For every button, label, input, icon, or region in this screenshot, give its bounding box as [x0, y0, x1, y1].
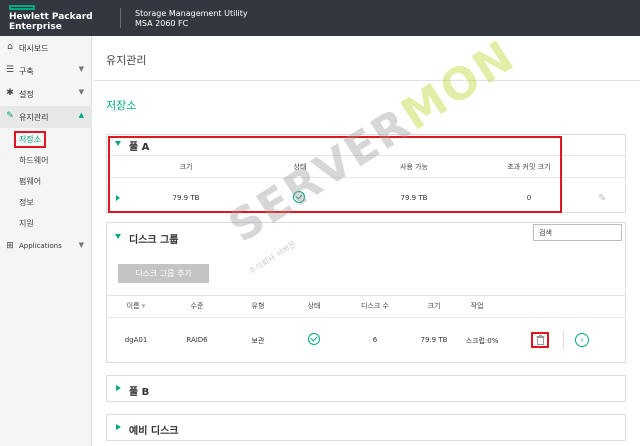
status-ok-icon: [308, 333, 320, 345]
sidebar-item-provisioning[interactable]: ☰ 구축 ▼: [0, 60, 92, 82]
trash-icon[interactable]: [536, 335, 545, 345]
column-header-status: 상태: [307, 302, 321, 310]
column-header-job: 작업: [470, 302, 484, 310]
sidebar-item-settings[interactable]: ✱ 설정 ▼: [0, 83, 92, 105]
section-title: 저장소: [106, 99, 137, 112]
sidebar-item-label: 설정: [19, 90, 34, 99]
sidebar-subitem-label: 지원: [19, 219, 34, 228]
database-icon: ☰: [5, 65, 15, 75]
disk-group-title: 디스크 그룹: [129, 235, 179, 246]
sidebar-subitem-support[interactable]: 지원: [0, 213, 92, 234]
sidebar-item-label: Applications: [19, 242, 62, 250]
brand-logo[interactable]: Hewlett Packard Enterprise: [9, 12, 93, 32]
app-name: Storage Management Utility: [135, 9, 248, 18]
sidebar-subitem-label: 하드웨어: [19, 156, 49, 165]
sidebar-item-dashboard[interactable]: ⌂ 대시보드: [0, 37, 92, 59]
top-bar: Hewlett Packard Enterprise Storage Manag…: [0, 0, 640, 36]
brand-line-1: Hewlett Packard: [9, 12, 93, 22]
sidebar-item-label: 유지관리: [19, 113, 49, 122]
sidebar-subitem-firmware[interactable]: 펌웨어: [0, 171, 92, 192]
sidebar-item-label: 구축: [19, 67, 34, 76]
home-icon: ⌂: [7, 42, 13, 52]
expand-caret-icon: [116, 385, 121, 391]
page-title: 유지관리: [106, 54, 147, 67]
disk-group-disk-count: 6: [372, 336, 378, 344]
hpe-logo-icon: [9, 5, 35, 10]
chevron-down-icon: ▼: [78, 65, 84, 73]
system-model: MSA 2060 FC: [135, 19, 189, 28]
pool-b-panel[interactable]: 풀 B: [106, 375, 626, 402]
edit-pencil-icon[interactable]: ✎: [598, 193, 606, 204]
details-arrow-button[interactable]: ›: [575, 333, 589, 347]
disk-group-name[interactable]: dgA01: [121, 336, 151, 344]
sidebar-subitem-label: 펌웨어: [19, 177, 42, 186]
expand-caret-icon: [116, 424, 121, 430]
disk-group-job: 스크럽:0%: [465, 337, 499, 345]
column-header-name[interactable]: 이름 ▾: [121, 301, 151, 311]
wrench-icon: ✎: [6, 111, 14, 121]
sidebar-subitem-label: 정보: [19, 198, 34, 207]
disk-group-size: 79.9 TB: [420, 336, 448, 344]
divider: [93, 80, 640, 81]
divider: [107, 295, 625, 296]
divider: [563, 330, 564, 350]
sidebar-subitem-label: 저장소: [13, 131, 47, 148]
add-disk-group-button[interactable]: 디스크 그룹 추가: [118, 264, 209, 283]
pool-b-title: 풀 B: [129, 387, 150, 398]
sort-down-icon: ▾: [141, 302, 146, 310]
column-header-level: 수준: [190, 302, 204, 310]
column-header-type: 유형: [251, 302, 265, 310]
applications-icon: ⊞: [6, 241, 14, 251]
gear-icon: ✱: [6, 88, 14, 98]
chevron-down-icon: ▼: [78, 88, 84, 96]
disk-group-type: 보관: [251, 337, 265, 345]
sidebar-item-label: 대시보드: [19, 44, 49, 53]
column-header-disk-count: 디스크 수: [361, 302, 389, 310]
sidebar-item-maintenance[interactable]: ✎ 유지관리 ▲: [0, 106, 92, 128]
spare-disks-title: 예비 디스크: [129, 426, 179, 437]
watermark-text-b: MON: [392, 30, 525, 141]
sidebar: ⌂ 대시보드 ☰ 구축 ▼ ✱ 설정 ▼ ✎ 유지관리 ▲ 저장소 하드웨어 펌…: [0, 36, 92, 446]
chevron-down-icon: ▼: [78, 241, 84, 249]
sidebar-subitem-about[interactable]: 정보: [0, 192, 92, 213]
sidebar-subitem-storage[interactable]: 저장소: [0, 129, 92, 150]
divider: [107, 317, 625, 318]
brand-line-2: Enterprise: [9, 22, 62, 32]
chevron-up-icon: ▲: [78, 111, 84, 119]
column-header-size: 크기: [427, 302, 441, 310]
spare-disks-panel[interactable]: 예비 디스크: [106, 414, 626, 441]
sidebar-item-applications[interactable]: ⊞ Applications ▼: [0, 236, 92, 258]
column-header-name-label: 이름: [126, 302, 140, 310]
sidebar-subitem-hardware[interactable]: 하드웨어: [0, 150, 92, 171]
app-title: Storage Management Utility MSA 2060 FC: [135, 9, 248, 29]
header-divider: [120, 8, 121, 28]
disk-group-level: RAID6: [186, 336, 208, 344]
search-input[interactable]: 검색: [533, 224, 622, 241]
collapse-caret-icon: [115, 234, 121, 239]
